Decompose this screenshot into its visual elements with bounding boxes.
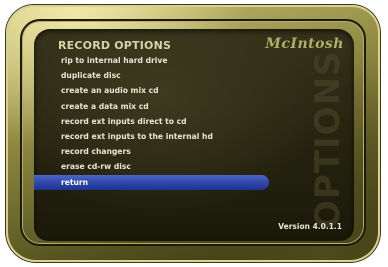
menu-item-data-mix-cd[interactable]: create a data mix cd — [34, 99, 354, 114]
menu-item-audio-mix-cd[interactable]: create an audio mix cd — [34, 83, 354, 98]
menu-item-erase-cdrw[interactable]: erase cd-rw disc — [34, 159, 354, 174]
menu-item-ext-inputs-to-cd[interactable]: record ext inputs direct to cd — [34, 114, 354, 129]
record-options-menu: rip to internal hard drive duplicate dis… — [34, 53, 354, 190]
version-label: Version 4.0.1.1 — [278, 222, 342, 231]
menu-item-rip-to-hd[interactable]: rip to internal hard drive — [34, 53, 354, 68]
menu-item-duplicate-disc[interactable]: duplicate disc — [34, 68, 354, 83]
screen-title: RECORD OPTIONS — [58, 39, 172, 52]
menu-item-return[interactable]: return — [34, 174, 269, 190]
options-screen: RECORD OPTIONS McIntosh OPTIONS rip to i… — [34, 29, 354, 241]
menu-item-record-changers[interactable]: record changers — [34, 144, 354, 159]
menu-item-ext-inputs-to-hd[interactable]: record ext inputs to the internal hd — [34, 129, 354, 144]
